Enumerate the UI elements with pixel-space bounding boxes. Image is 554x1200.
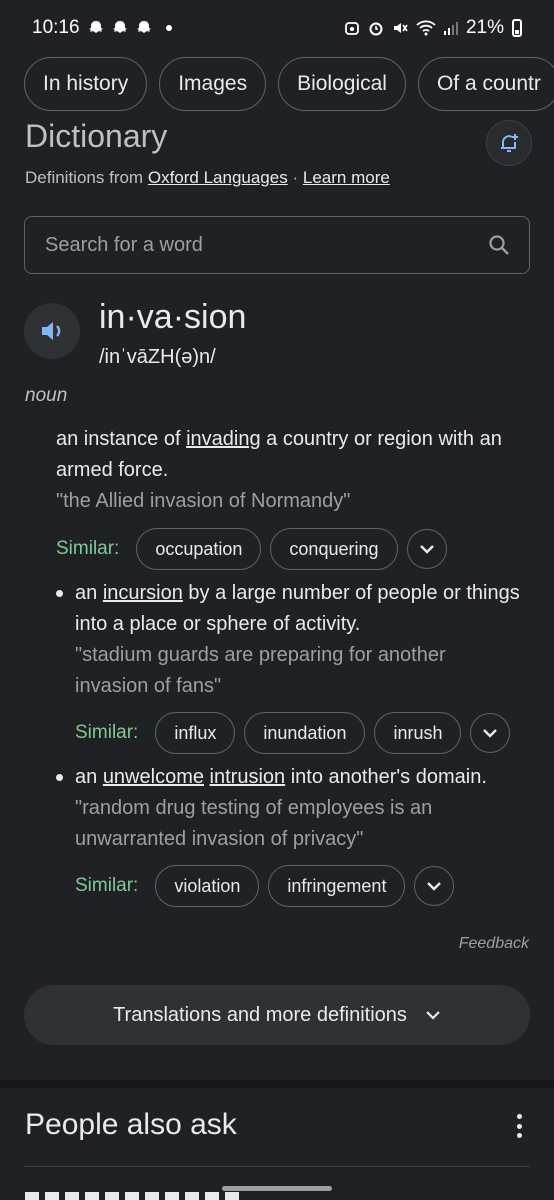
dictionary-source: Definitions from Oxford Languages · Lear… [25,168,390,188]
definition-text: an [75,766,103,788]
oxford-languages-link[interactable]: Oxford Languages [148,168,288,187]
snapchat-ghost-icon [112,21,127,33]
synonym-chip[interactable]: inundation [244,712,366,754]
chevron-down-icon [427,882,442,891]
similar-label: Similar: [75,722,139,743]
part-of-speech: noun [25,385,68,406]
status-time: 10:16 [32,17,80,38]
example-2: "stadium guards are preparing for anothe… [75,644,446,697]
snapchat-ghost-icon [136,21,151,33]
synonym-chip[interactable]: infringement [268,865,406,907]
speaker-icon [42,322,61,340]
signal-icon [443,22,458,35]
similar-row-1: Similar: occupation conquering [56,528,447,570]
synonym-chip[interactable]: conquering [270,528,398,570]
chip-in-history[interactable]: In history [24,57,148,111]
similar-label: Similar: [56,538,120,559]
mute-icon [393,23,408,33]
search-icon[interactable] [487,233,511,257]
phonetic: /inˈvāZH(ə)n/ [99,346,216,368]
notification-add-icon [501,134,518,152]
intrusion-link[interactable]: intrusion [210,766,286,788]
next-question-peek [25,1192,245,1200]
alarm-icon [369,22,383,36]
similar-label: Similar: [75,875,139,896]
synonym-chip[interactable]: violation [155,865,260,907]
similar-row-2: Similar: influx inundation inrush [75,712,511,754]
status-bar: 10:16 21% [0,0,554,56]
feedback-link[interactable]: Feedback [459,935,529,953]
definition-3: an unwelcome intrusion into another's do… [75,762,530,793]
source-separator: · [292,168,299,187]
learn-more-link[interactable]: Learn more [303,168,390,187]
chip-of-a-country[interactable]: Of a countr [417,57,554,111]
similar-row-3: Similar: violation infringement [75,865,455,907]
section-divider [0,1080,554,1088]
synonym-chip[interactable]: occupation [136,528,262,570]
headword: in·va·sion [99,298,247,336]
definition-2: an incursion by a large number of people… [75,578,530,640]
definition-text: an instance of [56,428,187,450]
divider-line [24,1166,530,1167]
bullet [56,590,63,597]
battery-percent: 21% [465,17,504,38]
filter-chips: In history Images Biological Of a countr [24,57,554,111]
translations-more-button[interactable]: Translations and more definitions [24,985,530,1045]
chevron-down-icon [426,1011,440,1020]
incursion-link[interactable]: incursion [103,582,183,604]
definition-1: an instance of invading a country or reg… [56,424,526,486]
definition-text: an [75,582,103,604]
notification-add-button[interactable] [486,120,532,166]
notification-dot [165,25,172,31]
snapchat-ghost-icon [88,21,103,33]
more-vert-icon[interactable] [514,1114,524,1138]
chip-biological[interactable]: Biological [278,57,406,111]
dictionary-title: Dictionary [25,118,168,154]
definition-text: into another's domain. [285,766,487,788]
people-also-ask-title: People also ask [25,1108,237,1141]
chevron-down-icon [483,729,498,738]
bullet [56,774,63,781]
unwelcome-link[interactable]: unwelcome [103,766,204,788]
pronunciation-button[interactable] [24,303,80,359]
chip-images[interactable]: Images [159,57,267,111]
vpn-icon [345,22,359,35]
translations-more-label: Translations and more definitions [113,1003,407,1026]
example-3: "random drug testing of employees is an … [75,797,433,850]
invading-link[interactable]: invading [186,428,261,450]
wifi-icon [416,20,436,36]
home-indicator[interactable] [222,1186,332,1191]
example-1: "the Allied invasion of Normandy" [56,490,351,512]
expand-synonyms-button[interactable] [414,866,455,906]
source-prefix: Definitions from [25,168,144,187]
word-search-input[interactable] [43,232,487,258]
battery-icon [512,19,522,37]
chevron-down-icon [419,545,434,554]
expand-synonyms-button[interactable] [470,713,511,753]
expand-synonyms-button[interactable] [406,529,447,569]
synonym-chip[interactable]: inrush [374,712,462,754]
synonym-chip[interactable]: influx [155,712,236,754]
word-search-box [24,216,530,274]
